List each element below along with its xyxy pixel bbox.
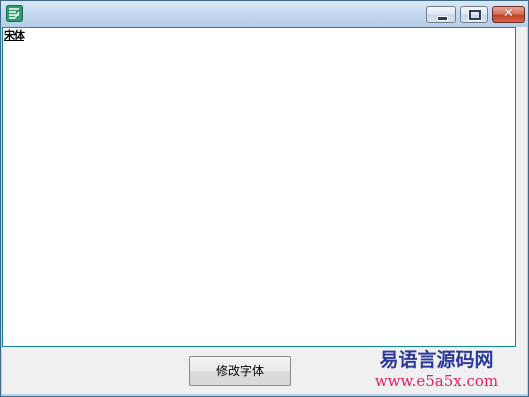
close-icon: ✕ — [503, 6, 514, 21]
watermark-title: 易语言源码网 — [379, 349, 494, 371]
watermark-url: www.e5a5x.com — [374, 372, 499, 390]
client-area: 宋体 修改字体 易语言源码网 www.e5a5x.com — [2, 27, 527, 394]
change-font-button[interactable]: 修改字体 — [189, 356, 291, 386]
editor-text: 宋体 — [4, 29, 25, 42]
maximize-icon — [468, 9, 482, 21]
text-editor[interactable]: 宋体 — [2, 27, 516, 347]
app-icon[interactable] — [6, 5, 23, 22]
maximize-button[interactable] — [460, 6, 488, 23]
title-bar[interactable]: ✕ — [1, 1, 528, 27]
minimize-button[interactable] — [426, 6, 456, 23]
minimize-icon — [437, 16, 448, 21]
app-window: ✕ 宋体 修改字体 易语言源码网 www.e5a5x.com — [0, 0, 529, 397]
close-button[interactable]: ✕ — [492, 6, 525, 23]
